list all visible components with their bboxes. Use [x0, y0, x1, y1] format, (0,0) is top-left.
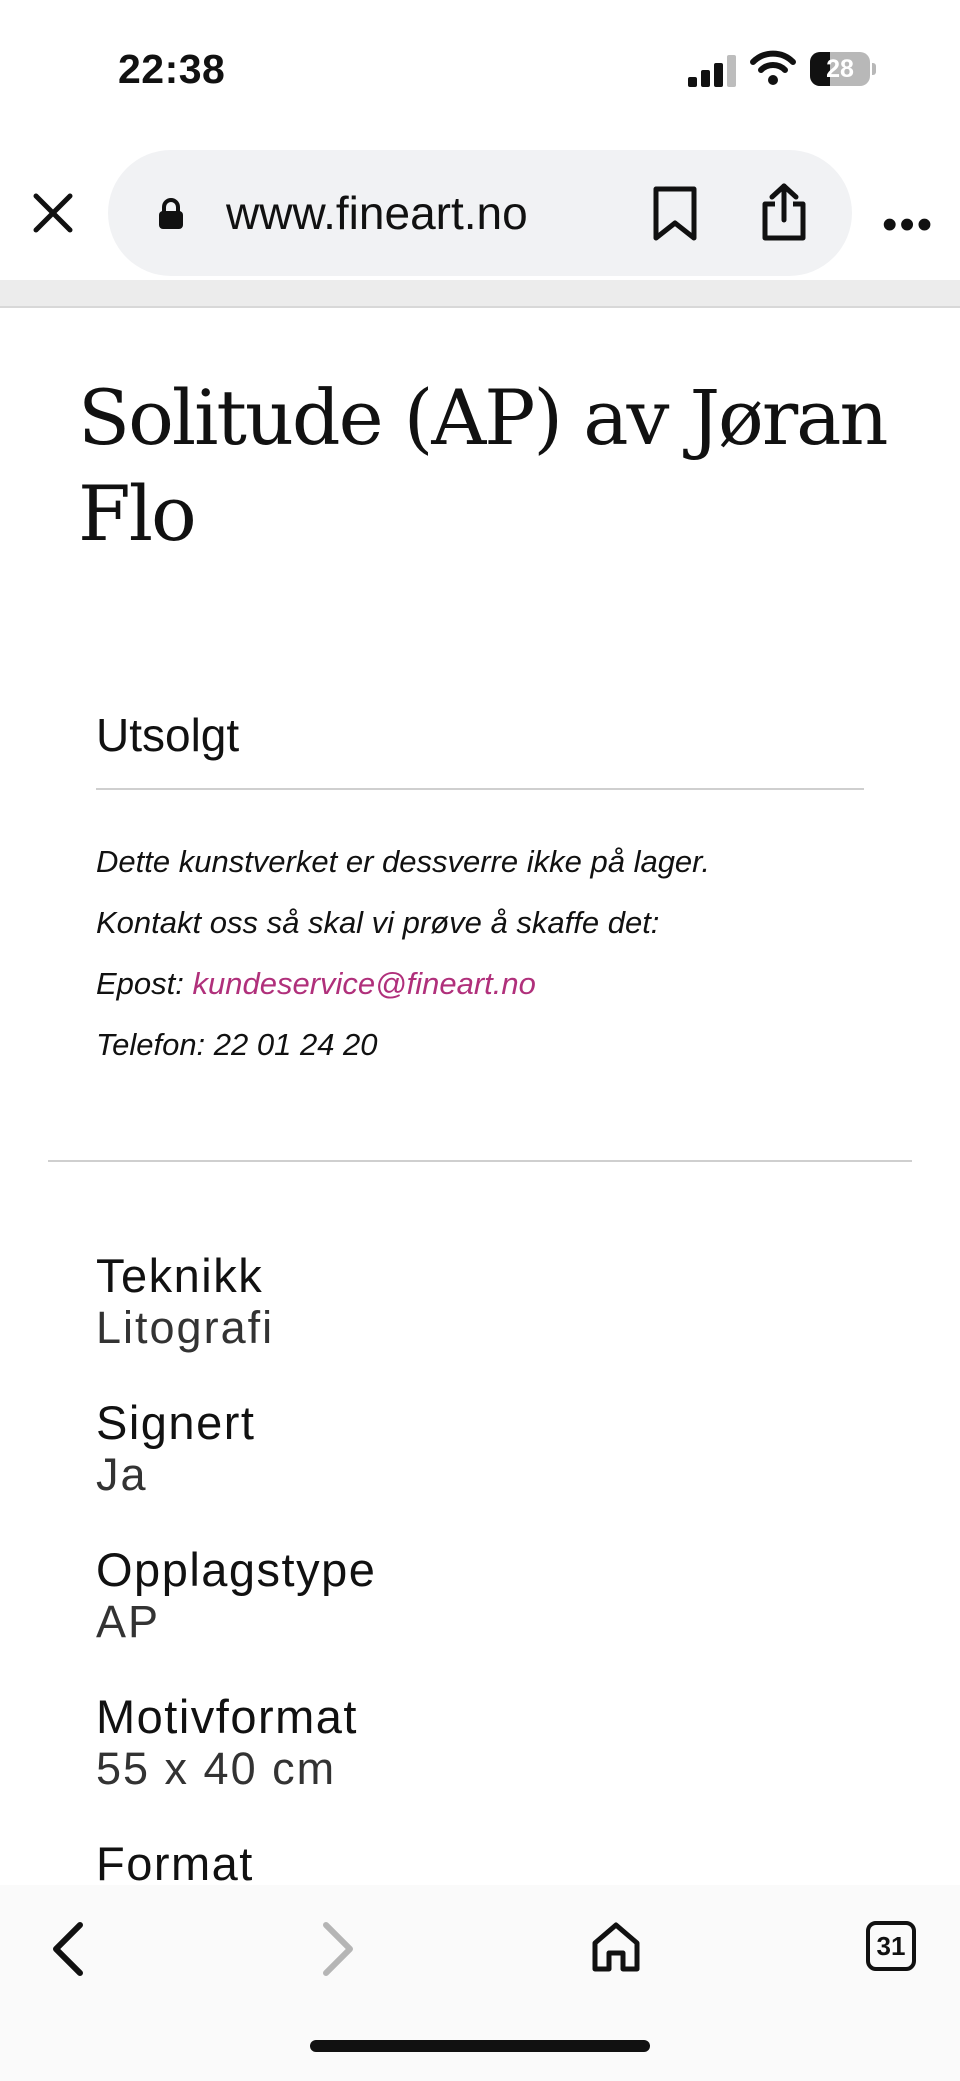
spec-label-motivformat: Motivformat: [96, 1690, 358, 1743]
bookmark-icon[interactable]: [652, 186, 698, 242]
spec-label-opplagstype: Opplagstype: [96, 1543, 377, 1596]
bottom-toolbar: 31: [0, 1885, 960, 2081]
spec-label-teknikk: Teknikk: [96, 1249, 264, 1302]
email-line: Epost: kundeservice@fineart.no: [96, 966, 536, 1002]
tabs-icon[interactable]: 31: [866, 1921, 916, 1971]
share-icon[interactable]: [760, 182, 808, 242]
email-link[interactable]: kundeservice@fineart.no: [193, 966, 536, 1001]
status-bar: 22:38 28: [0, 0, 960, 140]
close-icon[interactable]: [28, 188, 78, 238]
battery-level: 28: [826, 55, 854, 83]
status-time: 22:38: [118, 46, 226, 92]
battery-icon: 28: [810, 52, 876, 86]
wifi-icon: [750, 50, 796, 85]
browser-toolbar: www.fineart.no •••: [0, 140, 960, 280]
more-icon[interactable]: •••: [882, 200, 934, 250]
page: 22:38 28 www.fineart.no ••• Solitude (AP…: [0, 0, 960, 2081]
lock-icon: [159, 198, 183, 229]
section-divider: [48, 1160, 912, 1162]
signal-icon: [688, 55, 736, 87]
home-indicator: [310, 2040, 650, 2052]
spec-value-opplagstype: AP: [96, 1596, 161, 1647]
url-text: www.fineart.no: [226, 187, 528, 239]
spec-value-motivformat: 55 x 40 cm: [96, 1743, 337, 1794]
address-bar[interactable]: www.fineart.no: [108, 150, 852, 276]
stock-message: Dette kunstverket er dessverre ikke på l…: [96, 844, 710, 879]
spec-value-teknikk: Litografi: [96, 1302, 275, 1353]
page-title: Solitude (AP) av Jøran Flo: [78, 373, 888, 558]
forward-icon[interactable]: [318, 1919, 358, 1979]
spec-label-format: Format: [96, 1837, 254, 1890]
toolbar-divider: [0, 280, 960, 308]
contact-message: Kontakt oss så skal vi prøve å skaffe de…: [96, 905, 660, 940]
email-label: Epost:: [96, 966, 193, 1001]
stock-status-heading: Utsolgt: [96, 709, 240, 761]
spec-label-signert: Signert: [96, 1396, 256, 1449]
divider: [96, 788, 864, 790]
back-icon[interactable]: [48, 1919, 88, 1979]
home-icon[interactable]: [590, 1921, 642, 1973]
phone-line: Telefon: 22 01 24 20: [96, 1027, 378, 1062]
spec-value-signert: Ja: [96, 1449, 148, 1500]
